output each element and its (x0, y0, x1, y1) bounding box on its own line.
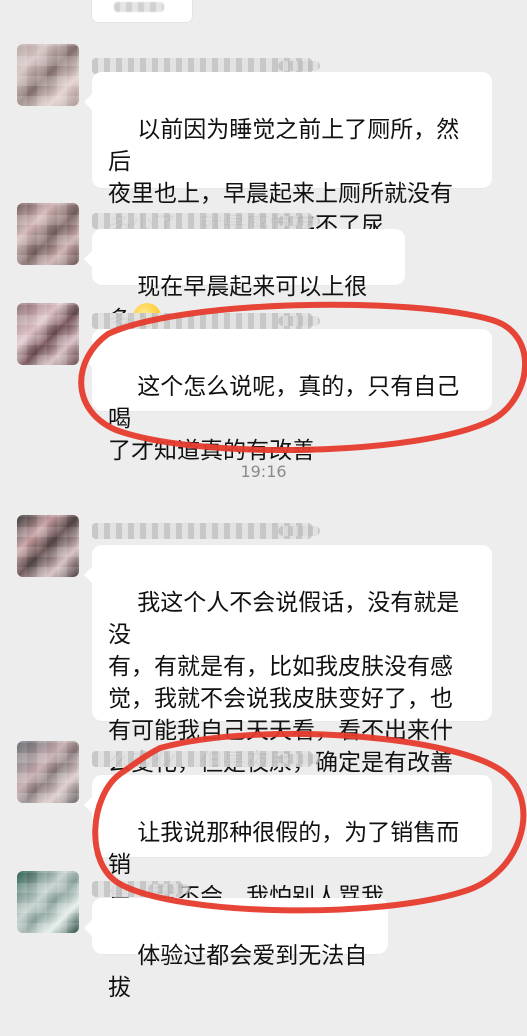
sender-name-blurred (92, 313, 320, 329)
sender-name-blurred (92, 523, 320, 539)
message-bubble[interactable]: 以前因为睡觉之前上了厕所，然后 夜里也上，早晨起来上厕所就没有 多少了，就是感觉… (84, 72, 492, 239)
message-bubble[interactable]: 体验过都会爱到无法自拔 (84, 898, 388, 1001)
message-text: 体验过都会爱到无法自拔 (108, 943, 368, 1001)
avatar[interactable] (17, 741, 79, 803)
avatar[interactable] (17, 44, 79, 106)
message-bubble[interactable]: 这个怎么说呢，真的，只有自己喝 了才知道真的有改善 (84, 329, 492, 464)
message-bubble[interactable]: 我这个人不会说假话，没有就是没 有，有就是有，比如我皮肤没有感 觉，我就不会说我… (84, 545, 492, 776)
sender-name-blurred (92, 881, 190, 897)
sender-name-blurred (92, 751, 320, 767)
time-divider: 19:16 (240, 462, 287, 481)
avatar[interactable] (17, 303, 79, 365)
sender-name-blurred (92, 213, 320, 229)
avatar[interactable] (17, 203, 79, 265)
avatar[interactable] (17, 871, 79, 933)
blurred-content (114, 2, 164, 12)
message-bubble[interactable]: 现在早晨起来可以上很多 (84, 229, 405, 333)
avatar[interactable] (17, 515, 79, 577)
message-bubble[interactable]: 让我说那种很假的，为了销售而销 售，我不会，我怕别人骂我 (84, 775, 492, 910)
message-text: 这个怎么说呢，真的，只有自己喝 了才知道真的有改善 (108, 374, 460, 464)
message-text: 我这个人不会说假话，没有就是没 有，有就是有，比如我皮肤没有感 觉，我就不会说我… (108, 590, 460, 776)
partial-message-bubble (92, 0, 192, 22)
